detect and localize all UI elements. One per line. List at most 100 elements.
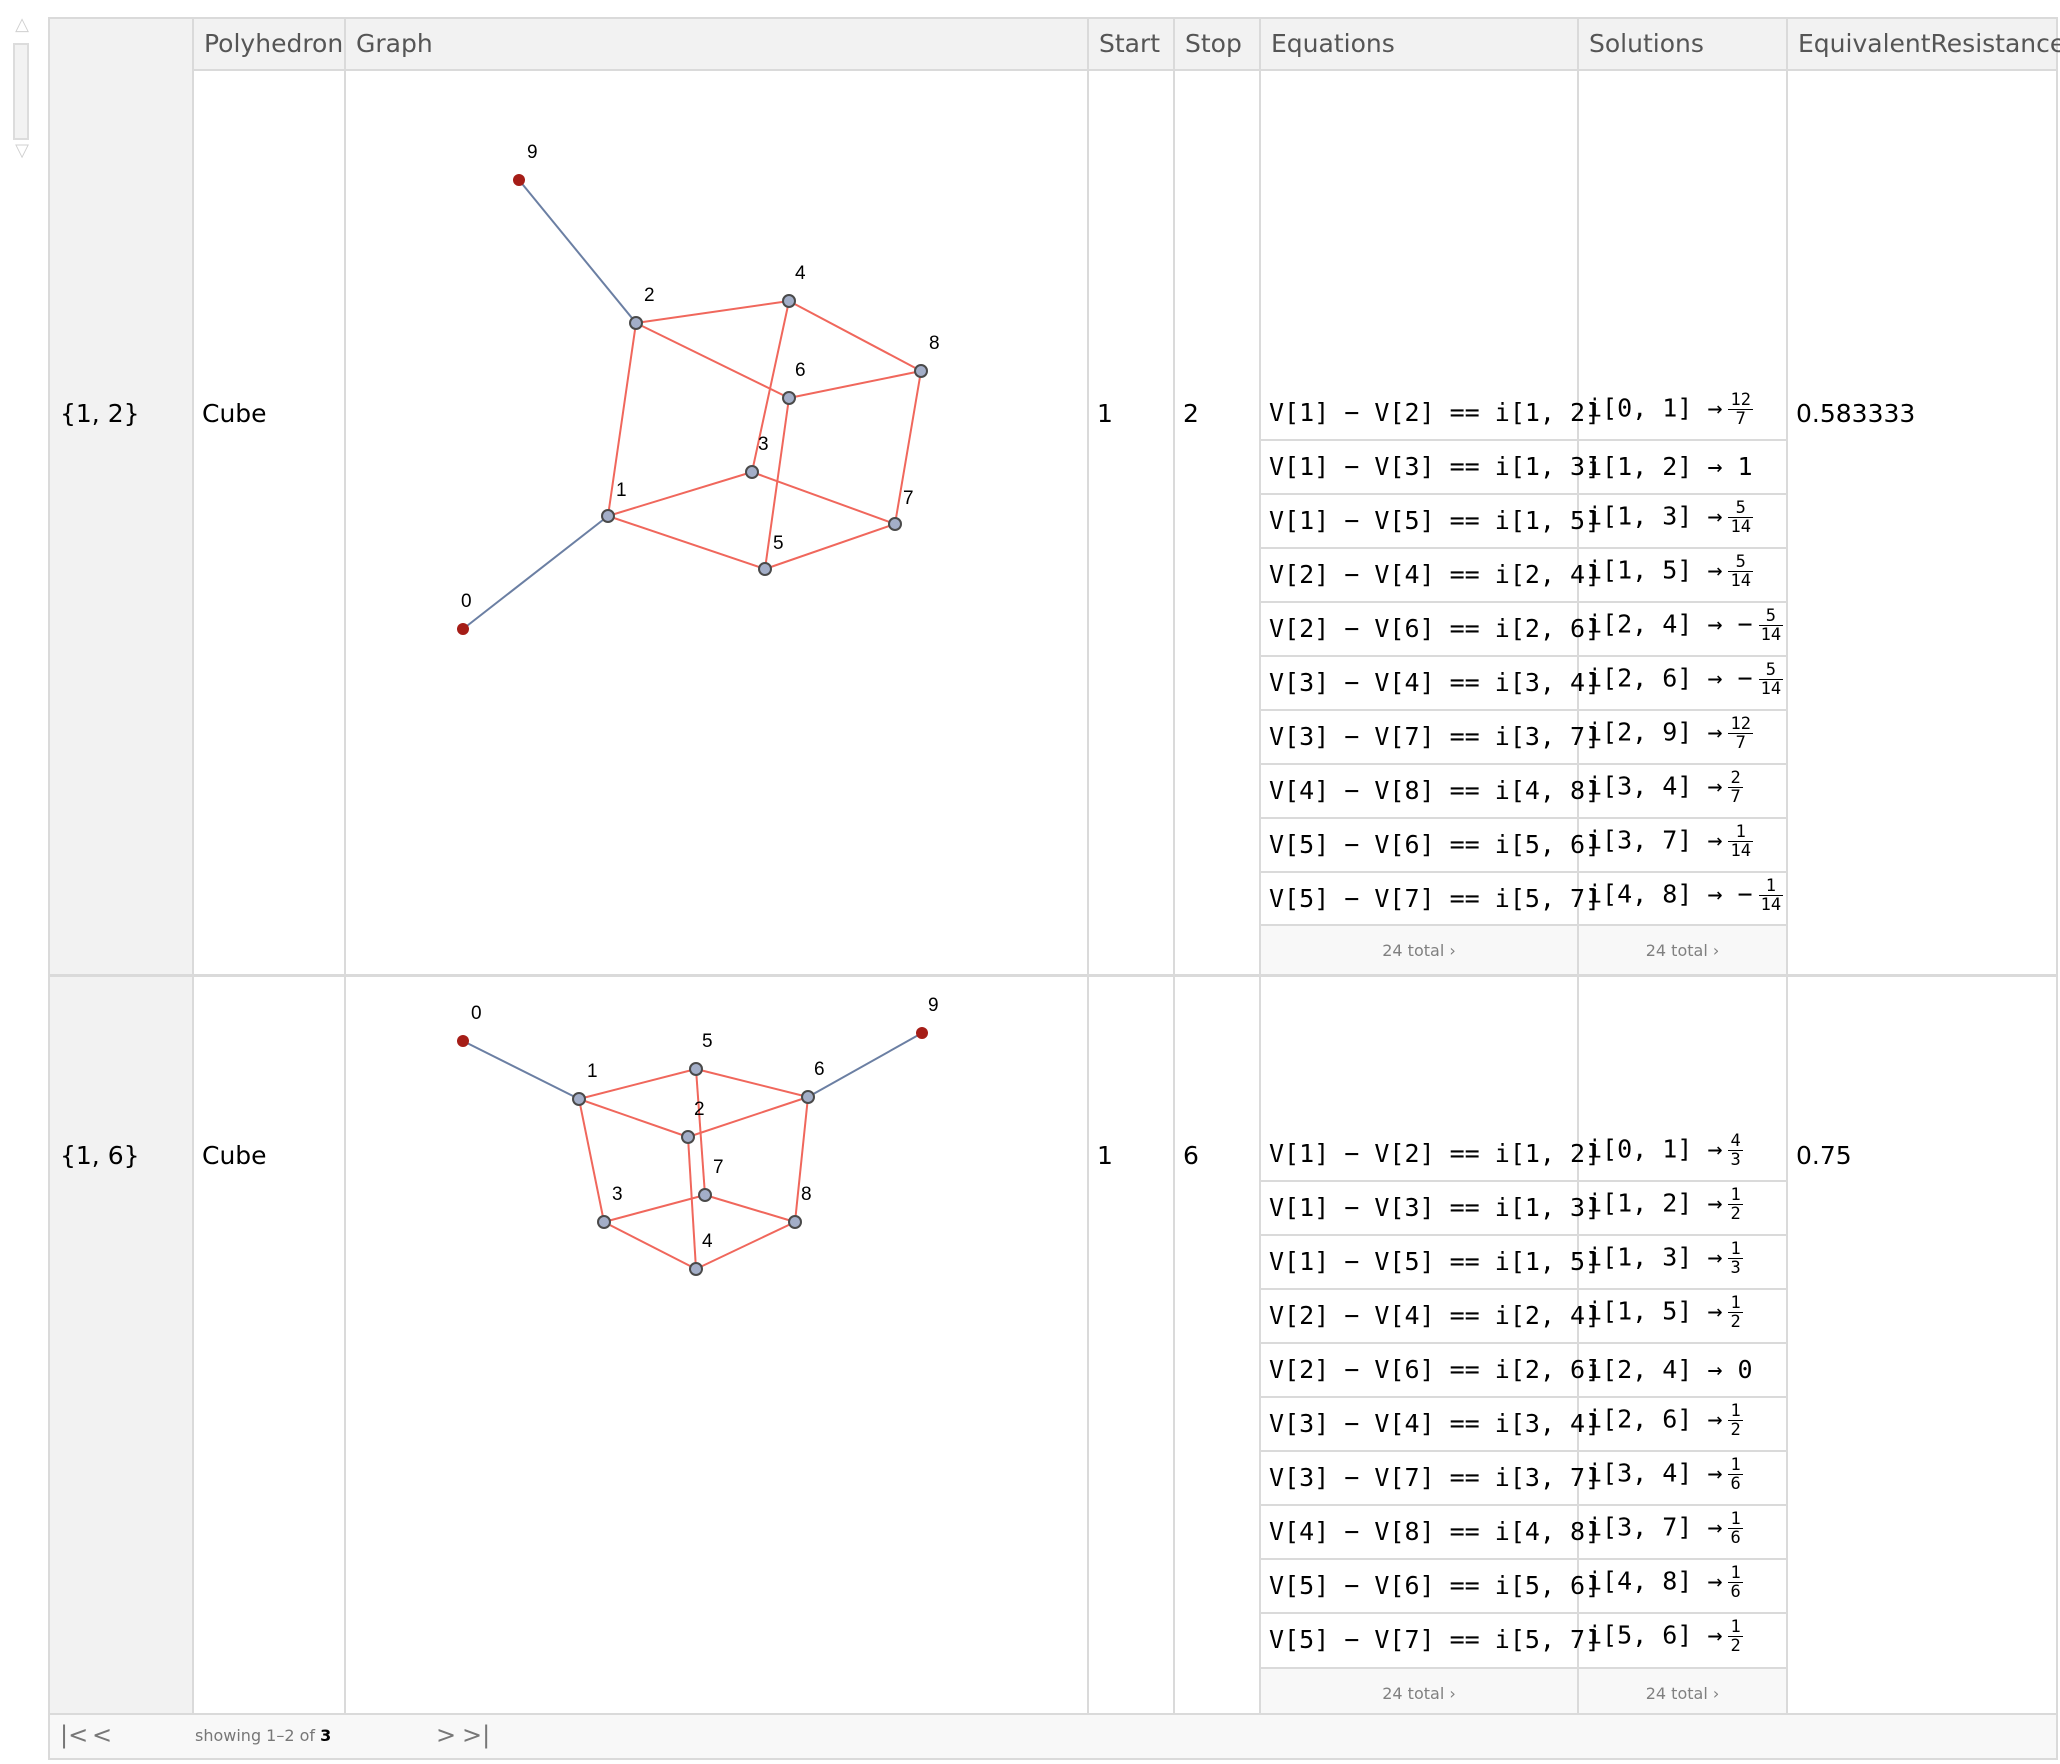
solution-fraction: 16 <box>1728 1563 1743 1601</box>
graph-node-label-5: 5 <box>773 533 784 554</box>
solution-lhs: i[0, 1] → <box>1587 1134 1723 1164</box>
graph-node-label-4: 4 <box>795 263 806 284</box>
grid-line <box>1259 1342 1786 1344</box>
fraction-denominator: 3 <box>1730 1258 1741 1278</box>
graph-node-7 <box>698 1188 712 1202</box>
equation-item: V[1] − V[5] == i[1, 5] <box>1269 1247 1601 1276</box>
graph-node-8 <box>788 1215 802 1229</box>
polyhedron-cell: Cube <box>202 399 267 428</box>
fraction-numerator: 4 <box>1728 1131 1743 1151</box>
solution-fraction: 12 <box>1728 1402 1743 1439</box>
graph-node-4 <box>782 294 796 308</box>
solutions-total-link[interactable]: 24 total › <box>1579 941 1786 960</box>
graph-node-label-8: 8 <box>929 333 940 354</box>
column-header-key[interactable] <box>50 19 192 69</box>
grid-line <box>1259 1288 1786 1290</box>
fraction-numerator: 12 <box>1728 714 1753 734</box>
grid-line <box>1087 69 1089 1717</box>
grid-line <box>1259 924 1786 926</box>
solution-lhs: i[4, 8] → <box>1587 879 1723 909</box>
pagination-prefix: showing 1–2 of <box>195 1726 321 1745</box>
graph-node-label-7: 7 <box>903 488 914 509</box>
solution-item: i[4, 8] → −1 14 <box>1587 877 1784 914</box>
solution-fraction: 43 <box>1728 1131 1743 1170</box>
solution-fraction: 27 <box>1728 768 1743 806</box>
graph-node-label-9: 9 <box>527 142 538 163</box>
fraction-denominator: 2 <box>1730 1312 1741 1332</box>
fraction-numerator: 1 <box>1728 1617 1743 1637</box>
equation-item: V[2] − V[6] == i[2, 6] <box>1269 614 1601 643</box>
grid-line <box>1259 655 1786 657</box>
next-page-icon[interactable]: > <box>436 1721 456 1749</box>
fraction-denominator: 6 <box>1730 1474 1741 1494</box>
column-header-equivalent-resistance[interactable]: EquivalentResistance <box>1786 19 2060 69</box>
last-page-icon[interactable]: >| <box>462 1721 490 1749</box>
graph-node-label-2: 2 <box>694 1099 705 1120</box>
grid-line <box>1259 1558 1786 1560</box>
start-cell: 1 <box>1097 1141 1113 1170</box>
graph-edge-2-6 <box>635 322 790 399</box>
vertical-scrollbar-thumb[interactable] <box>13 43 29 140</box>
solution-value: 0 <box>1722 1355 1753 1384</box>
graph-node-5 <box>758 562 772 576</box>
column-header-solutions[interactable]: Solutions <box>1577 19 1786 69</box>
fraction-numerator: 5 <box>1758 661 1784 680</box>
graph-edge-6-8 <box>788 370 922 399</box>
column-header-graph[interactable]: Graph <box>344 19 1087 69</box>
fraction-denominator: 7 <box>1735 409 1746 429</box>
graph-node-9 <box>513 174 525 186</box>
graph-edge-2-4 <box>635 300 790 324</box>
column-header-stop[interactable]: Stop <box>1173 19 1259 69</box>
dataset-table: Polyhedron Graph Start Stop Equations So… <box>48 17 2060 1760</box>
solution-sign: − <box>1722 609 1753 639</box>
fraction-numerator: 1 <box>1758 877 1784 896</box>
graph-node-6 <box>801 1090 815 1104</box>
solution-item: i[4, 8] → 1 6 <box>1587 1564 1743 1601</box>
graph-edge-3-7 <box>751 471 896 525</box>
grid-line <box>1259 1612 1786 1614</box>
column-header-polyhedron[interactable]: Polyhedron <box>192 19 344 69</box>
graph-node-label-9: 9 <box>928 995 939 1016</box>
solution-item: i[2, 4] → 0 <box>1587 1348 1753 1384</box>
equations-total-link[interactable]: 24 total › <box>1261 941 1577 960</box>
solution-lhs: i[1, 5] → <box>1587 1296 1723 1326</box>
grid-line <box>192 69 194 1717</box>
solution-item: i[1, 5] → 1 2 <box>1587 1294 1743 1331</box>
solution-fraction: 12 <box>1728 1617 1743 1656</box>
solutions-total-link[interactable]: 24 total › <box>1579 1684 1786 1703</box>
row-label-column <box>50 69 192 1717</box>
fraction-numerator: 1 <box>1728 1563 1743 1583</box>
equation-item: V[5] − V[7] == i[5, 7] <box>1269 884 1601 913</box>
grid-line <box>1259 439 1786 441</box>
stop-cell: 6 <box>1183 1141 1199 1170</box>
grid-line <box>1173 69 1175 1717</box>
grid-line <box>1259 1450 1786 1452</box>
start-cell: 1 <box>1097 399 1113 428</box>
fraction-denominator: 3 <box>1730 1150 1741 1170</box>
graph-edge-6-9 <box>807 1032 923 1098</box>
fraction-numerator: 5 <box>1728 499 1753 518</box>
solution-fraction: 1 14 <box>1758 877 1784 914</box>
fraction-numerator: 1 <box>1728 1239 1743 1259</box>
column-header-start[interactable]: Start <box>1087 19 1173 69</box>
first-page-icon[interactable]: |< <box>60 1721 88 1749</box>
column-header-equations[interactable]: Equations <box>1259 19 1577 69</box>
scroll-down-arrow-icon[interactable]: ▽ <box>12 142 32 160</box>
graph-node-4 <box>689 1262 703 1276</box>
equation-item: V[4] − V[8] == i[4, 8] <box>1269 776 1601 805</box>
solution-lhs: i[3, 7] → <box>1587 825 1723 855</box>
solution-item: i[2, 9] → 12 7 <box>1587 715 1753 752</box>
fraction-denominator: 7 <box>1735 733 1746 753</box>
solution-fraction: 16 <box>1728 1456 1743 1494</box>
fraction-numerator: 1 <box>1728 1293 1743 1313</box>
solution-item: i[3, 4] → 2 7 <box>1587 769 1743 806</box>
solution-lhs: i[1, 3] → <box>1587 1242 1723 1272</box>
fraction-denominator: 2 <box>1730 1636 1741 1656</box>
pagination-status: showing 1–2 of 3 <box>195 1726 331 1745</box>
fraction-numerator: 2 <box>1728 768 1743 788</box>
equations-total-link[interactable]: 24 total › <box>1261 1684 1577 1703</box>
scroll-up-arrow-icon[interactable]: △ <box>12 16 32 34</box>
equation-item: V[5] − V[6] == i[5, 6] <box>1269 830 1601 859</box>
graph-node-3 <box>745 465 759 479</box>
prev-page-icon[interactable]: < <box>92 1721 112 1749</box>
